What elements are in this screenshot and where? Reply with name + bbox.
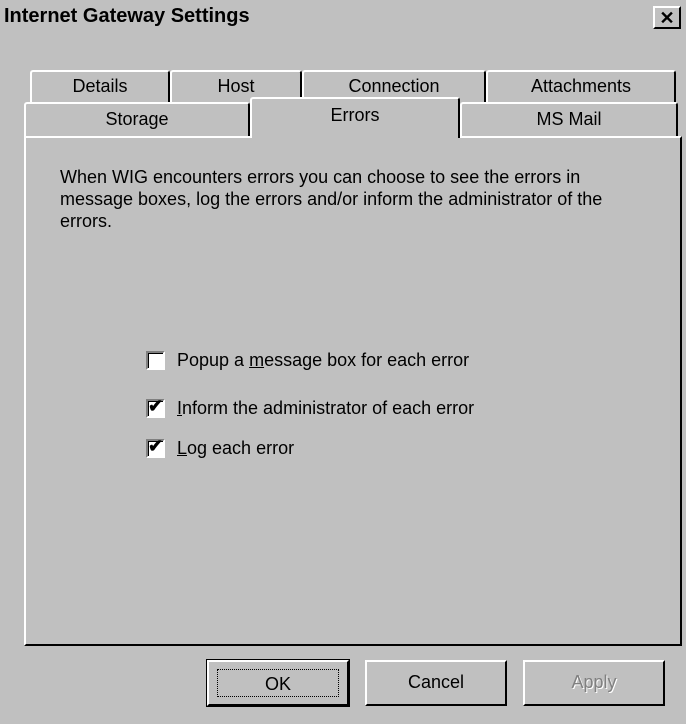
tab-errors[interactable]: Errors [250, 97, 460, 138]
tab-storage[interactable]: Storage [24, 102, 250, 138]
tab-label: MS Mail [536, 109, 602, 129]
checkmark-icon: ✔ [148, 395, 164, 416]
tab-label: Host [217, 76, 255, 96]
tab-label: Details [72, 76, 128, 96]
log-each-error-option[interactable]: ✔ Log each error [146, 436, 294, 460]
close-icon: ✕ [659, 7, 675, 28]
description-text: When WIG encounters errors you can choos… [60, 167, 603, 231]
tab-label: Attachments [530, 76, 632, 96]
ok-button[interactable]: OK [207, 660, 349, 706]
title-bar: Internet Gateway Settings ✕ [0, 0, 686, 34]
tab-attachments[interactable]: Attachments [486, 70, 676, 102]
inform-administrator-option[interactable]: ✔ Inform the administrator of each error [146, 396, 474, 420]
cancel-label: Cancel [407, 672, 465, 692]
window-title: Internet Gateway Settings [4, 5, 250, 27]
ok-label: OK [217, 669, 339, 697]
inform-label: Inform the administrator of each error [177, 397, 475, 418]
errors-tab-panel: When WIG encounters errors you can choos… [24, 136, 682, 646]
log-label: Log each error [177, 437, 295, 458]
popup-message-box-option[interactable]: Popup a message box for each error [146, 348, 469, 372]
cancel-button[interactable]: Cancel [365, 660, 507, 706]
apply-label: Apply [571, 672, 617, 692]
tab-label: Errors [330, 105, 380, 125]
apply-button[interactable]: Apply [523, 660, 665, 706]
log-checkbox[interactable]: ✔ [146, 435, 165, 458]
popup-checkbox[interactable] [146, 350, 165, 370]
close-button[interactable]: ✕ [653, 6, 681, 29]
popup-label: Popup a message box for each error [177, 349, 470, 370]
inform-checkbox[interactable]: ✔ [146, 395, 165, 418]
tab-label: Storage [105, 109, 169, 129]
checkmark-icon: ✔ [148, 435, 164, 456]
tab-ms-mail[interactable]: MS Mail [460, 102, 678, 138]
tab-label: Connection [348, 76, 440, 96]
tab-details[interactable]: Details [30, 70, 170, 102]
